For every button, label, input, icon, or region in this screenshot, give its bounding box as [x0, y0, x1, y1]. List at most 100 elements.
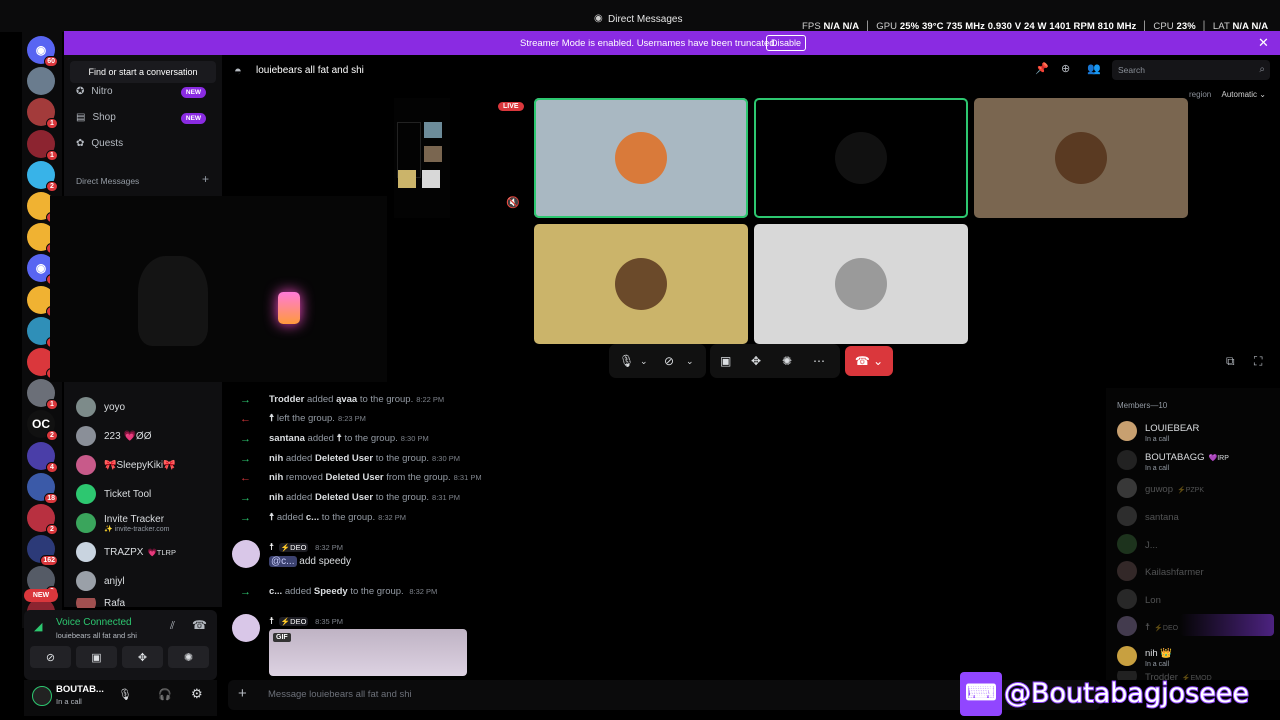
sys-actor[interactable]: ☨: [269, 512, 274, 523]
add-friends-icon[interactable]: ⊕: [1061, 62, 1070, 75]
sys-actor[interactable]: nih: [269, 492, 283, 503]
server-icon[interactable]: 1: [27, 98, 58, 130]
sys-actor[interactable]: nih: [269, 472, 283, 483]
region-value[interactable]: Automatic ⌄: [1221, 90, 1266, 99]
group-dm-icon: ◓: [234, 63, 242, 78]
disconnect-icon[interactable]: ☎: [192, 618, 207, 632]
noise-suppression-icon[interactable]: ⫽: [170, 620, 175, 633]
video-tile[interactable]: [754, 98, 968, 218]
screen-share-icon[interactable]: ▣: [720, 354, 731, 368]
member-item[interactable]: J...: [1117, 534, 1158, 554]
dm-item[interactable]: TRAZPX 💗TLRP: [76, 540, 176, 564]
server-icon[interactable]: 1: [27, 379, 58, 411]
nav-item-quests[interactable]: ✿ Quests: [76, 138, 123, 149]
sys-actor[interactable]: santana: [269, 433, 305, 444]
attach-plus-icon[interactable]: +: [238, 685, 247, 702]
more-icon[interactable]: ⋯: [813, 354, 825, 368]
pop-out-icon[interactable]: ⧉: [1226, 354, 1235, 369]
sys-rest: to the group.: [375, 453, 430, 464]
avatar[interactable]: [32, 686, 52, 706]
server-icon[interactable]: 162: [27, 535, 58, 567]
camera-off-icon[interactable]: ⊘: [664, 354, 674, 368]
dm-item[interactable]: anjyl: [76, 569, 125, 593]
member-item[interactable]: Kailashfarmer: [1117, 561, 1204, 581]
share-screen-button[interactable]: ▣: [76, 646, 117, 668]
activities-button[interactable]: ✥: [122, 646, 163, 668]
member-item[interactable]: LOUIEBEAR In a call: [1117, 418, 1199, 443]
sys-verb: added: [285, 492, 313, 503]
message-author[interactable]: ☨: [269, 542, 274, 553]
screen-share-preview[interactable]: [394, 98, 450, 218]
dm-item[interactable]: Ticket Tool: [76, 482, 151, 506]
region-selector[interactable]: region Automatic ⌄: [1189, 90, 1266, 99]
avatar[interactable]: [232, 540, 260, 568]
server-icon[interactable]: [27, 67, 55, 96]
sys-actor[interactable]: nih: [269, 453, 283, 464]
video-tile[interactable]: [754, 224, 968, 344]
create-dm-button[interactable]: +: [202, 172, 209, 186]
server-icon[interactable]: 4: [27, 441, 58, 473]
gear-icon[interactable]: ⚙: [191, 686, 203, 702]
video-tile[interactable]: [534, 98, 748, 218]
notification-badge: 2: [46, 180, 58, 192]
activities-icon[interactable]: ✥: [751, 354, 761, 368]
sys-target[interactable]: Deleted User: [315, 492, 373, 503]
sys-actor[interactable]: c...: [269, 586, 282, 597]
disable-streamer-mode-button[interactable]: Disable: [766, 35, 807, 51]
member-item[interactable]: guwop ⚡PZPK: [1117, 478, 1204, 498]
dm-item[interactable]: 223 💗ØØ: [76, 424, 151, 448]
sys-target[interactable]: ☨: [337, 433, 342, 444]
avatar: [1117, 534, 1137, 554]
soundboard-button[interactable]: ✺: [168, 646, 209, 668]
leave-call-button[interactable]: ☎ ⌄: [845, 346, 893, 376]
nav-item-nitro[interactable]: ✪ Nitro: [76, 86, 113, 97]
server-icon[interactable]: 2: [27, 160, 58, 192]
search-input[interactable]: Search ⌕: [1112, 60, 1270, 80]
chevron-down-icon[interactable]: ⌄: [686, 356, 694, 367]
server-glyph: ◉: [35, 261, 47, 276]
member-item[interactable]: santana: [1117, 506, 1179, 526]
member-item[interactable]: Lon: [1117, 589, 1161, 609]
close-icon[interactable]: ✕: [1258, 35, 1269, 51]
chevron-down-icon[interactable]: ⌄: [640, 356, 648, 367]
sys-target[interactable]: Speedy: [314, 586, 348, 597]
video-tile[interactable]: [974, 98, 1188, 218]
member-item[interactable]: nih 👑 In a call: [1117, 643, 1172, 668]
soundboard-icon[interactable]: ✺: [782, 354, 792, 368]
call-controls-left: 🎙 ⌄ ⊘ ⌄: [609, 344, 706, 378]
microphone-icon[interactable]: 🎙: [118, 688, 132, 701]
server-icon[interactable]: 1: [27, 129, 58, 161]
system-message: nih removed Deleted User from the group.…: [269, 472, 482, 483]
member-item[interactable]: ☨ ⚡DEO: [1117, 616, 1178, 636]
gif-embed[interactable]: GIF: [269, 629, 467, 676]
server-icon[interactable]: OC 2: [27, 410, 58, 442]
find-conversation-button[interactable]: Find or start a conversation: [70, 61, 216, 83]
message-author[interactable]: ☨: [269, 616, 274, 627]
sys-target[interactable]: Deleted User: [326, 472, 384, 483]
video-tile[interactable]: [534, 224, 748, 344]
microphone-icon[interactable]: 🎙: [619, 354, 634, 368]
avatar[interactable]: [232, 614, 260, 642]
nav-icon: ✿: [76, 138, 85, 149]
sys-actor[interactable]: Trodder: [269, 394, 304, 405]
fullscreen-icon[interactable]: ⛶: [1254, 354, 1262, 369]
server-icon[interactable]: 2: [27, 504, 58, 535]
headphones-icon[interactable]: 🎧: [158, 688, 172, 701]
camera-button[interactable]: ⊘: [30, 646, 71, 668]
members-icon[interactable]: 👥: [1087, 62, 1101, 75]
sys-target[interactable]: ąvaa: [336, 394, 357, 405]
sys-target[interactable]: c...: [306, 512, 319, 523]
server-icon[interactable]: ◉ 60: [27, 36, 58, 67]
mute-stream-icon[interactable]: 🔇: [506, 196, 520, 209]
member-item[interactable]: BOUTABAGG 💜IRP In a call: [1117, 447, 1229, 472]
sys-target[interactable]: Deleted User: [315, 453, 373, 464]
user-mention[interactable]: @c...: [269, 556, 297, 567]
sys-actor[interactable]: ☨: [269, 413, 274, 424]
pin-icon[interactable]: 📌: [1035, 62, 1049, 75]
dm-item[interactable]: Invite Tracker ✨ invite-tracker.com: [76, 511, 170, 535]
dm-item[interactable]: Rafa: [76, 598, 125, 608]
dm-item[interactable]: yoyo: [76, 395, 125, 419]
server-icon[interactable]: 18: [27, 472, 58, 504]
dm-item[interactable]: 🎀SleepyKiki🎀: [76, 453, 176, 477]
nav-item-shop[interactable]: ▤ Shop: [76, 112, 116, 123]
